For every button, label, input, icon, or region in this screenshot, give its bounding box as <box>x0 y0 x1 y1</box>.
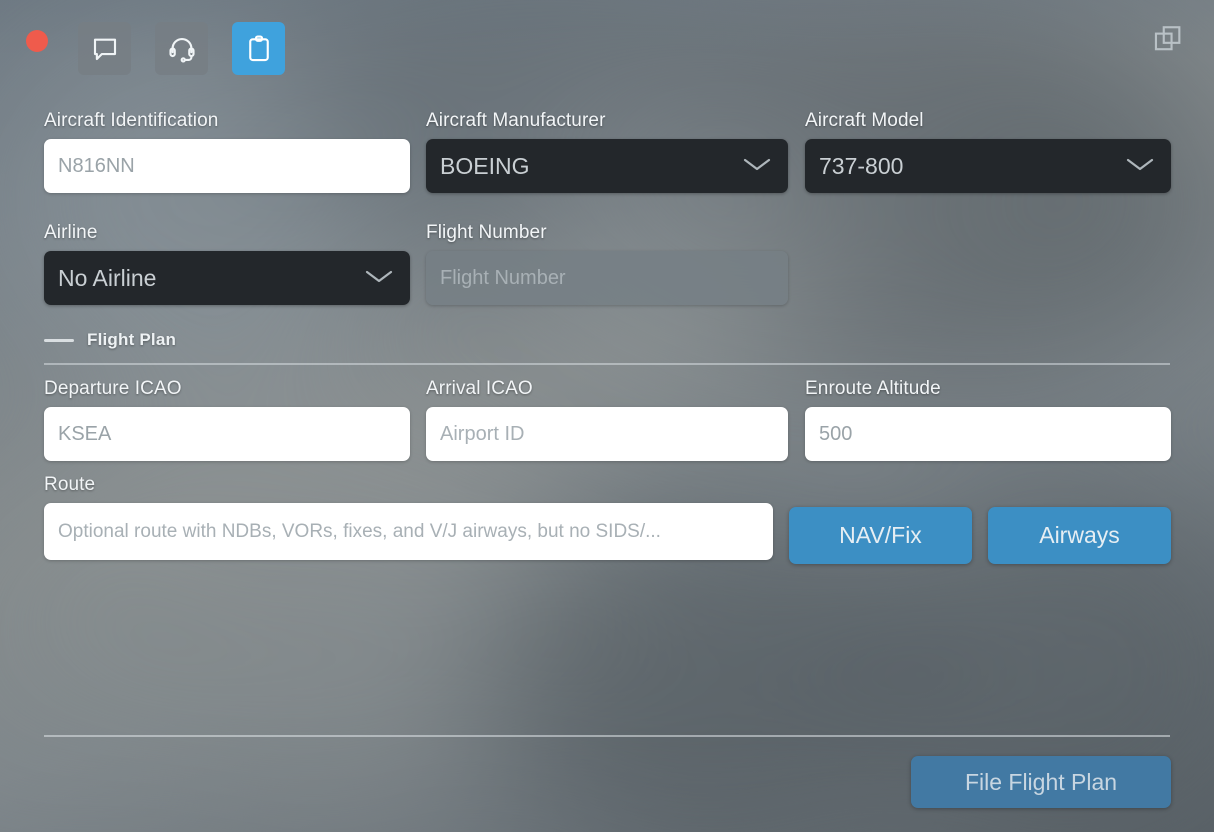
airline-value: No Airline <box>58 264 157 291</box>
departure-icao-input[interactable]: KSEA <box>44 407 410 461</box>
aircraft-model-label: Aircraft Model <box>805 110 924 131</box>
enroute-altitude-label: Enroute Altitude <box>805 378 941 399</box>
flight-number-input[interactable]: Flight Number <box>426 251 788 305</box>
flight-plan-window: Aircraft Identification N816NN Aircraft … <box>0 0 1214 832</box>
chevron-down-icon <box>740 153 774 180</box>
nav-fix-label: NAV/Fix <box>839 522 922 548</box>
aircraft-manufacturer-label: Aircraft Manufacturer <box>426 110 606 131</box>
chat-button[interactable] <box>78 22 131 75</box>
field-aircraft-manufacturer: Aircraft Manufacturer BOEING <box>426 110 788 193</box>
route-input[interactable]: Optional route with NDBs, VORs, fixes, a… <box>44 503 773 560</box>
aircraft-model-value: 737-800 <box>819 152 904 179</box>
field-arrival-icao: Arrival ICAO Airport ID <box>426 378 788 461</box>
aircraft-manufacturer-select[interactable]: BOEING <box>426 139 788 193</box>
departure-icao-label: Departure ICAO <box>44 378 182 399</box>
airline-label: Airline <box>44 222 98 243</box>
aircraft-identification-input[interactable]: N816NN <box>44 139 410 193</box>
airline-select[interactable]: No Airline <box>44 251 410 305</box>
aircraft-model-select[interactable]: 737-800 <box>805 139 1171 193</box>
restore-window-button[interactable] <box>1146 20 1190 64</box>
restore-windows-icon <box>1151 23 1185 62</box>
flight-number-placeholder: Flight Number <box>440 266 566 289</box>
route-placeholder: Optional route with NDBs, VORs, fixes, a… <box>58 520 661 542</box>
field-flight-number: Flight Number Flight Number <box>426 222 788 305</box>
chevron-down-icon <box>1123 153 1157 180</box>
arrival-icao-label: Arrival ICAO <box>426 378 533 399</box>
field-airline: Airline No Airline <box>44 222 410 305</box>
field-aircraft-identification: Aircraft Identification N816NN <box>44 110 410 193</box>
chat-bubble-icon <box>90 34 120 64</box>
aircraft-manufacturer-value: BOEING <box>440 152 530 179</box>
enroute-altitude-value: 500 <box>819 422 853 445</box>
route-label: Route <box>44 474 96 495</box>
field-departure-icao: Departure ICAO KSEA <box>44 378 410 461</box>
headset-icon <box>167 34 197 64</box>
arrival-icao-placeholder: Airport ID <box>440 422 525 445</box>
toolbar <box>0 0 1214 92</box>
recording-dot[interactable] <box>26 30 48 52</box>
field-route: Route Optional route with NDBs, VORs, fi… <box>44 474 773 560</box>
radio-button[interactable] <box>155 22 208 75</box>
aircraft-identification-value: N816NN <box>58 154 135 177</box>
section-dash-icon <box>44 338 74 342</box>
footer-divider <box>44 735 1170 737</box>
chevron-down-icon <box>362 265 396 292</box>
flight-plan-section-title: Flight Plan <box>87 330 177 349</box>
enroute-altitude-input[interactable]: 500 <box>805 407 1171 461</box>
flight-number-label: Flight Number <box>426 222 547 243</box>
airways-label: Airways <box>1039 522 1120 548</box>
file-flight-plan-label: File Flight Plan <box>964 768 1118 795</box>
field-aircraft-model: Aircraft Model 737-800 <box>805 110 1171 193</box>
flight-plan-section-header: Flight Plan <box>44 330 176 350</box>
airways-button[interactable]: Airways <box>988 507 1171 564</box>
flight-plan-button[interactable] <box>232 22 285 75</box>
file-flight-plan-button[interactable]: File Flight Plan <box>911 756 1171 808</box>
arrival-icao-input[interactable]: Airport ID <box>426 407 788 461</box>
aircraft-identification-label: Aircraft Identification <box>44 110 219 131</box>
section-divider <box>44 363 1170 365</box>
departure-icao-value: KSEA <box>58 422 112 445</box>
nav-fix-button[interactable]: NAV/Fix <box>789 507 972 564</box>
field-enroute-altitude: Enroute Altitude 500 <box>805 378 1171 461</box>
clipboard-icon <box>244 34 274 64</box>
